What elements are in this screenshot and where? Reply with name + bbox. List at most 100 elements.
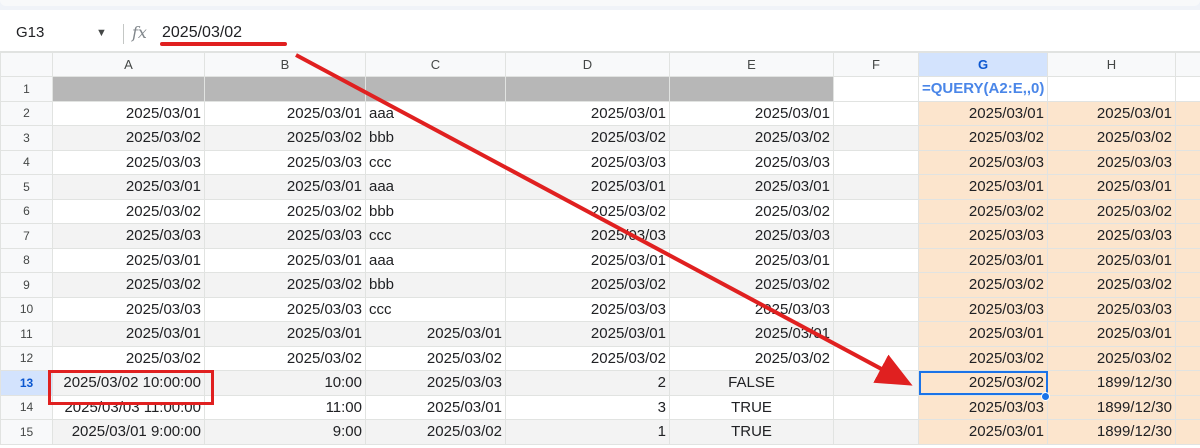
- cell-b2[interactable]: 2025/03/01: [204, 100, 366, 126]
- cell-h4[interactable]: 2025/03/03: [1047, 149, 1176, 175]
- cell-e6[interactable]: 2025/03/02: [669, 198, 834, 224]
- cell-overflow[interactable]: [1175, 100, 1200, 126]
- cell-e8[interactable]: 2025/03/01: [669, 247, 834, 273]
- cell-a10[interactable]: 2025/03/03: [52, 296, 205, 322]
- cell-c8[interactable]: aaa: [365, 247, 506, 273]
- cell-f10[interactable]: [833, 296, 919, 322]
- cell-b13[interactable]: 10:00: [204, 370, 366, 396]
- cell-b8[interactable]: 2025/03/01: [204, 247, 366, 273]
- cell-overflow[interactable]: [1175, 76, 1200, 102]
- cell-a7[interactable]: 2025/03/03: [52, 223, 205, 249]
- cell-e12[interactable]: 2025/03/02: [669, 345, 834, 371]
- cell-b6[interactable]: 2025/03/02: [204, 198, 366, 224]
- cell-d14[interactable]: 3: [505, 394, 670, 420]
- cell-c7[interactable]: ccc: [365, 223, 506, 249]
- cell-overflow[interactable]: [1175, 149, 1200, 175]
- column-header-overflow[interactable]: [1175, 52, 1200, 77]
- cell-e15[interactable]: TRUE: [669, 419, 834, 445]
- cell-f4[interactable]: [833, 149, 919, 175]
- cell-a15[interactable]: 2025/03/01 9:00:00: [52, 419, 205, 445]
- cell-c4[interactable]: ccc: [365, 149, 506, 175]
- column-header-f[interactable]: F: [833, 52, 919, 77]
- cell-g5[interactable]: 2025/03/01: [918, 174, 1048, 200]
- cell-f3[interactable]: [833, 125, 919, 151]
- cell-a5[interactable]: 2025/03/01: [52, 174, 205, 200]
- cell-e11[interactable]: 2025/03/01: [669, 321, 834, 347]
- cell-e1[interactable]: [669, 76, 834, 102]
- cell-b11[interactable]: 2025/03/01: [204, 321, 366, 347]
- cell-f12[interactable]: [833, 345, 919, 371]
- row-header[interactable]: 9: [0, 272, 53, 298]
- cell-f8[interactable]: [833, 247, 919, 273]
- cell-a12[interactable]: 2025/03/02: [52, 345, 205, 371]
- cell-h7[interactable]: 2025/03/03: [1047, 223, 1176, 249]
- cell-h10[interactable]: 2025/03/03: [1047, 296, 1176, 322]
- cell-d10[interactable]: 2025/03/03: [505, 296, 670, 322]
- cell-b1[interactable]: [204, 76, 366, 102]
- cell-b10[interactable]: 2025/03/03: [204, 296, 366, 322]
- column-header-b[interactable]: B: [204, 52, 366, 77]
- cell-overflow[interactable]: [1175, 125, 1200, 151]
- cell-h3[interactable]: 2025/03/02: [1047, 125, 1176, 151]
- cell-overflow[interactable]: [1175, 247, 1200, 273]
- cell-c5[interactable]: aaa: [365, 174, 506, 200]
- cell-d8[interactable]: 2025/03/01: [505, 247, 670, 273]
- cell-a11[interactable]: 2025/03/01: [52, 321, 205, 347]
- cell-d6[interactable]: 2025/03/02: [505, 198, 670, 224]
- cell-f9[interactable]: [833, 272, 919, 298]
- cell-e5[interactable]: 2025/03/01: [669, 174, 834, 200]
- cell-f13[interactable]: [833, 370, 919, 396]
- cell-b5[interactable]: 2025/03/01: [204, 174, 366, 200]
- cell-f7[interactable]: [833, 223, 919, 249]
- cell-d11[interactable]: 2025/03/01: [505, 321, 670, 347]
- cell-e3[interactable]: 2025/03/02: [669, 125, 834, 151]
- column-header-a[interactable]: A: [52, 52, 205, 77]
- cell-b3[interactable]: 2025/03/02: [204, 125, 366, 151]
- cell-overflow[interactable]: [1175, 198, 1200, 224]
- cell-e9[interactable]: 2025/03/02: [669, 272, 834, 298]
- row-header[interactable]: 13: [0, 370, 53, 396]
- row-header[interactable]: 1: [0, 76, 53, 102]
- cell-c11[interactable]: 2025/03/01: [365, 321, 506, 347]
- cell-h11[interactable]: 2025/03/01: [1047, 321, 1176, 347]
- cell-d3[interactable]: 2025/03/02: [505, 125, 670, 151]
- cell-h5[interactable]: 2025/03/01: [1047, 174, 1176, 200]
- fill-handle[interactable]: [1041, 392, 1050, 401]
- dropdown-caret-icon[interactable]: ▼: [96, 20, 112, 46]
- row-header[interactable]: 8: [0, 247, 53, 273]
- cell-g1[interactable]: =QUERY(A2:E,,0): [918, 76, 1048, 102]
- cell-c14[interactable]: 2025/03/01: [365, 394, 506, 420]
- cell-c3[interactable]: bbb: [365, 125, 506, 151]
- cell-h12[interactable]: 2025/03/02: [1047, 345, 1176, 371]
- cell-a6[interactable]: 2025/03/02: [52, 198, 205, 224]
- cell-b4[interactable]: 2025/03/03: [204, 149, 366, 175]
- cell-f11[interactable]: [833, 321, 919, 347]
- row-header[interactable]: 5: [0, 174, 53, 200]
- cell-overflow[interactable]: [1175, 296, 1200, 322]
- cell-c6[interactable]: bbb: [365, 198, 506, 224]
- select-all-corner[interactable]: [0, 52, 53, 77]
- cell-overflow[interactable]: [1175, 272, 1200, 298]
- row-header[interactable]: 7: [0, 223, 53, 249]
- cell-g3[interactable]: 2025/03/02: [918, 125, 1048, 151]
- cell-c1[interactable]: [365, 76, 506, 102]
- cell-h1[interactable]: [1047, 76, 1176, 102]
- column-header-e[interactable]: E: [669, 52, 834, 77]
- cell-g8[interactable]: 2025/03/01: [918, 247, 1048, 273]
- cell-overflow[interactable]: [1175, 174, 1200, 200]
- cell-c12[interactable]: 2025/03/02: [365, 345, 506, 371]
- cell-g13[interactable]: 2025/03/02: [918, 370, 1048, 396]
- cell-h6[interactable]: 2025/03/02: [1047, 198, 1176, 224]
- cell-e2[interactable]: 2025/03/01: [669, 100, 834, 126]
- cell-h8[interactable]: 2025/03/01: [1047, 247, 1176, 273]
- cell-overflow[interactable]: [1175, 223, 1200, 249]
- cell-a9[interactable]: 2025/03/02: [52, 272, 205, 298]
- cell-e14[interactable]: TRUE: [669, 394, 834, 420]
- cell-d7[interactable]: 2025/03/03: [505, 223, 670, 249]
- cell-g4[interactable]: 2025/03/03: [918, 149, 1048, 175]
- column-header-c[interactable]: C: [365, 52, 506, 77]
- row-header[interactable]: 12: [0, 345, 53, 371]
- row-header[interactable]: 10: [0, 296, 53, 322]
- cell-a1[interactable]: [52, 76, 205, 102]
- row-header[interactable]: 11: [0, 321, 53, 347]
